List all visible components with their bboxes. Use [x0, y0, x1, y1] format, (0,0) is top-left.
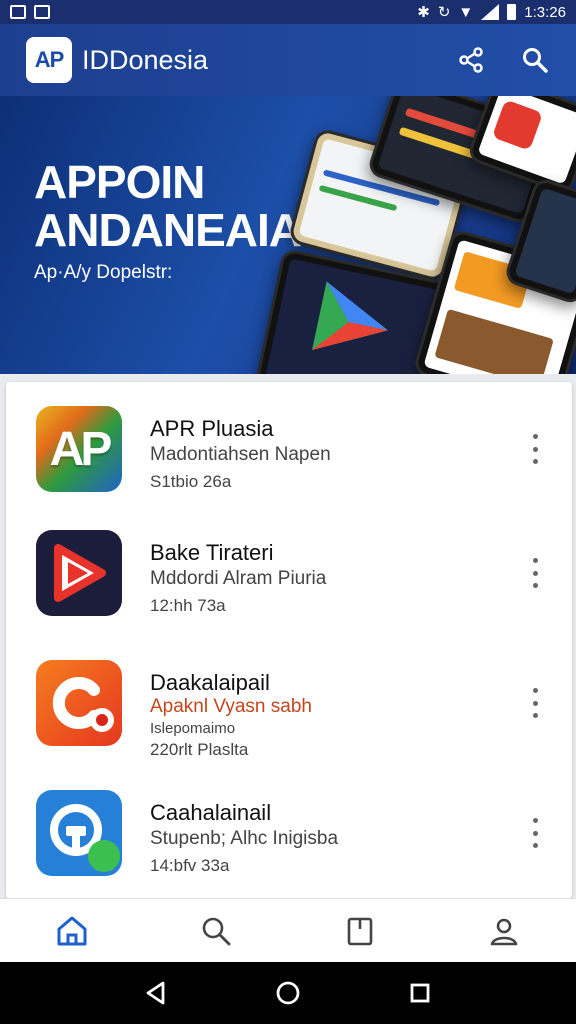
ap-logo-icon: AP — [36, 406, 122, 492]
banner-headline-1: APPOIN — [34, 156, 205, 208]
list-item[interactable]: Daakalaipail Apaknl Vyasn sabh Islepomai… — [6, 636, 572, 766]
battery-icon — [507, 4, 517, 20]
share-icon — [459, 47, 483, 73]
c-logo-icon — [36, 660, 122, 746]
library-icon — [347, 917, 373, 945]
image-icon — [34, 5, 50, 19]
app-meta: S1tbio 26a — [150, 472, 232, 491]
app-name: APR Pluasia — [150, 416, 274, 441]
share-button[interactable] — [456, 45, 486, 75]
system-navigation-bar — [0, 962, 576, 1024]
more-options-button[interactable] — [526, 558, 544, 588]
back-button[interactable] — [136, 973, 176, 1013]
list-item[interactable]: Bake Tirateri Mddordi Alram Piuria 12:hh… — [6, 506, 572, 636]
status-time: 1:3:26 — [524, 3, 566, 21]
app-description: Madontiahsen Napen — [150, 444, 331, 465]
app-name: Bake Tirateri — [150, 540, 274, 565]
app-title: IDDonesia — [82, 44, 209, 75]
app-description: Mddordi Alram Piuria — [150, 568, 327, 589]
wifi-icon: ▼ — [458, 3, 474, 21]
more-options-button[interactable] — [526, 688, 544, 718]
signal-icon — [481, 4, 500, 20]
search-icon — [202, 917, 231, 945]
list-item[interactable]: AP APR Pluasia Madontiahsen Napen S1tbio… — [6, 382, 572, 512]
search-icon — [523, 48, 548, 73]
banner-subtitle: Ap·A/y Dopelstr: — [34, 262, 173, 283]
recents-button[interactable] — [400, 973, 440, 1013]
app-tagline: Islepomaimo — [150, 720, 236, 737]
app-name: Daakalaipail — [150, 670, 270, 695]
search-button[interactable] — [520, 45, 550, 75]
more-options-button[interactable] — [526, 818, 544, 848]
app-bar: AP IDDonesia — [0, 24, 576, 96]
app-list: AP APR Pluasia Madontiahsen Napen S1tbio… — [6, 382, 572, 898]
sync-icon: ↻ — [437, 4, 451, 21]
bottom-navigation — [0, 898, 576, 962]
chat-logo-icon — [36, 790, 122, 876]
nav-search[interactable] — [196, 911, 236, 951]
play-logo-icon — [36, 530, 122, 616]
promo-banner[interactable]: APPOIN ANDANEAIA Ap·A/y Dopelstr: — [0, 96, 576, 374]
app-description: Stupenb; Alhc Inigisba — [150, 828, 339, 849]
app-meta: 220rlt Plaslta — [150, 740, 249, 759]
app-description: Apaknl Vyasn sabh — [150, 696, 312, 717]
banner-headline-2: ANDANEAIA — [34, 204, 302, 256]
recents-icon — [410, 983, 430, 1003]
nav-home[interactable] — [52, 911, 92, 951]
list-item[interactable]: Caahalainail Stupenb; Alhc Inigisba 14:b… — [6, 766, 572, 896]
home-icon — [57, 916, 87, 945]
nav-library[interactable] — [340, 911, 380, 951]
back-icon — [146, 981, 165, 1005]
app-logo: AP — [26, 37, 72, 83]
status-bar: ✱ ↻ ▼ 1:3:26 — [0, 0, 576, 24]
home-button[interactable] — [268, 973, 308, 1013]
app-meta: 12:hh 73a — [150, 596, 226, 615]
notification-icon — [10, 5, 26, 19]
app-meta: 14:bfv 33a — [150, 856, 230, 875]
nav-profile[interactable] — [484, 911, 524, 951]
profile-icon — [490, 918, 518, 945]
app-name: Caahalainail — [150, 800, 272, 825]
home-circle-icon — [276, 981, 300, 1005]
bluetooth-icon: ✱ — [417, 4, 430, 21]
more-options-button[interactable] — [526, 434, 544, 464]
play-store-icon — [312, 281, 388, 351]
